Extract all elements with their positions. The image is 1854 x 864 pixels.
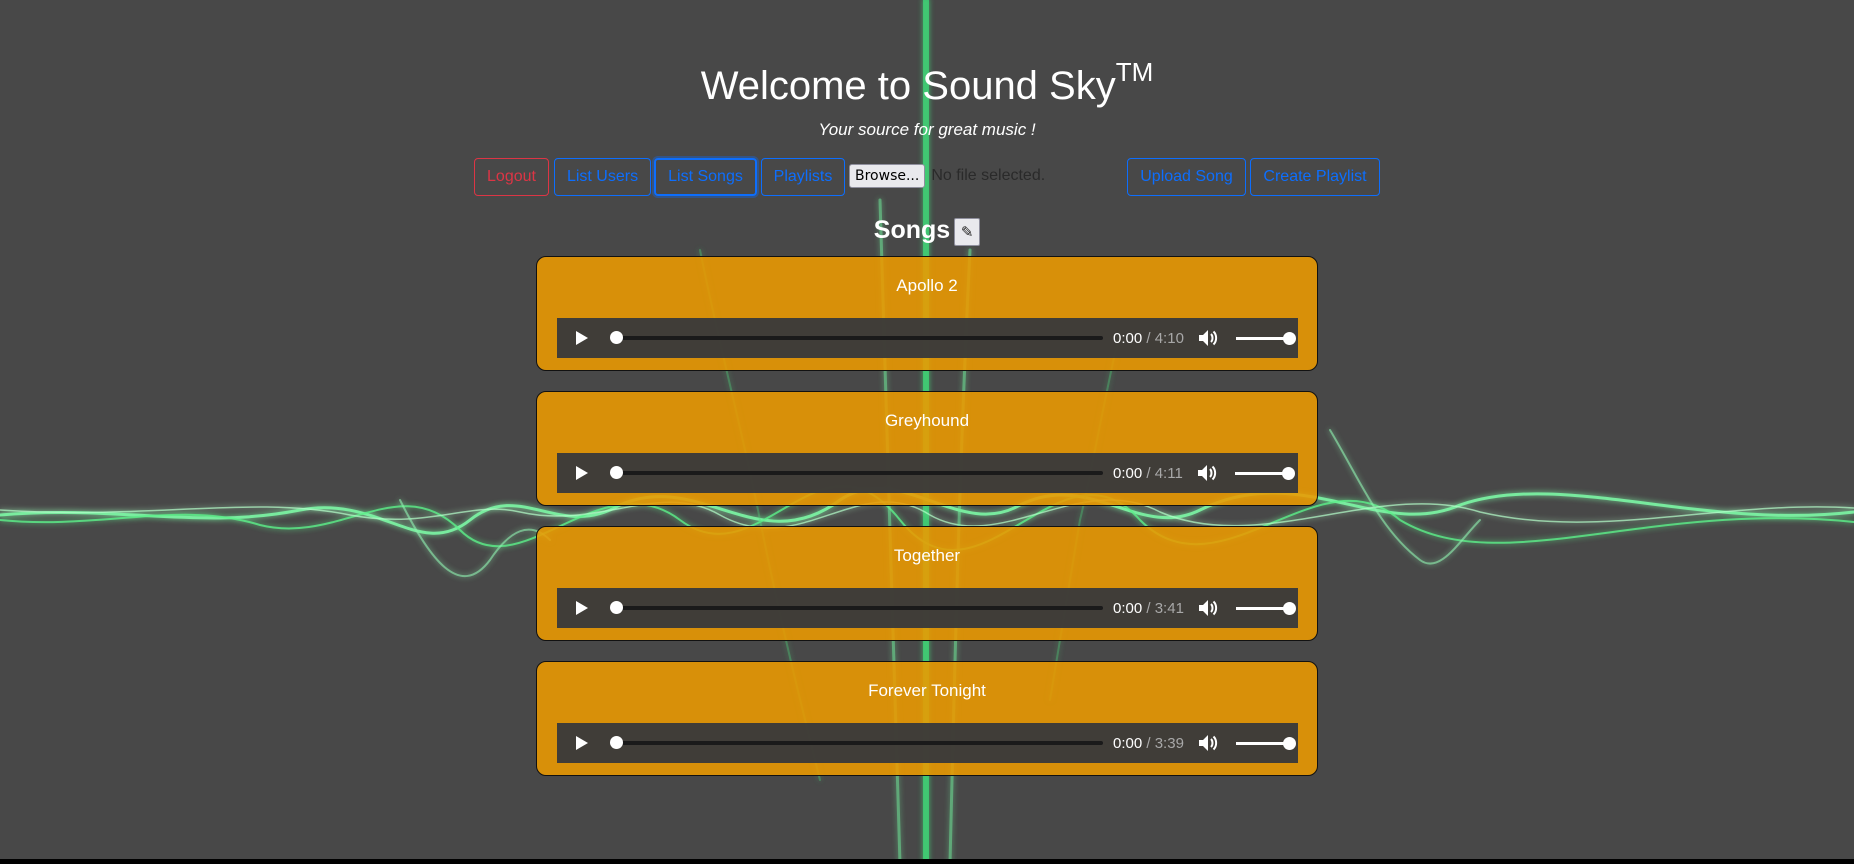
time-separator: /: [1146, 734, 1151, 752]
song-title: Forever Tonight: [868, 681, 986, 700]
volume-knob[interactable]: [1282, 601, 1296, 615]
app-page: Welcome to Sound SkyTM Your source for g…: [0, 0, 1854, 864]
volume-icon[interactable]: [1198, 734, 1218, 752]
current-time: 0:00: [1113, 599, 1143, 617]
page-title: Welcome to Sound SkyTM: [700, 57, 1154, 108]
volume-icon[interactable]: [1198, 329, 1218, 347]
time-display: 0:00 / 4:10: [1113, 330, 1184, 347]
volume-slider[interactable]: [1235, 331, 1296, 345]
volume-knob[interactable]: [1282, 736, 1296, 750]
pencil-icon: ✎: [960, 224, 974, 241]
logout-button[interactable]: Logout: [474, 158, 549, 196]
edit-songs-button[interactable]: ✎: [954, 218, 981, 246]
volume-icon[interactable]: [1197, 464, 1217, 482]
songs-title: Songs: [873, 215, 951, 244]
file-status: No file selected.: [931, 167, 1046, 184]
volume-slider[interactable]: [1235, 601, 1296, 615]
volume-knob[interactable]: [1282, 331, 1296, 345]
seek-knob[interactable]: [610, 736, 623, 749]
time-separator: /: [1146, 464, 1151, 482]
time-display: 0:00 / 3:39: [1113, 735, 1184, 752]
seek-knob[interactable]: [610, 331, 623, 344]
song-title: Apollo 2: [896, 276, 958, 295]
volume-knob[interactable]: [1281, 466, 1295, 480]
song-card: Forever Tonight 0:00 / 3:39: [536, 661, 1318, 776]
duration: 3:39: [1154, 734, 1184, 752]
time-separator: /: [1146, 599, 1151, 617]
play-icon[interactable]: [576, 331, 588, 345]
song-card: Apollo 2 0:00 / 4:10: [536, 256, 1318, 371]
audio-player: 0:00 / 3:41: [557, 588, 1298, 628]
seek-slider[interactable]: [610, 736, 1103, 749]
file-input[interactable]: Browse... No file selected.: [849, 162, 1045, 190]
song-card: Greyhound 0:00 / 4:11: [536, 391, 1318, 506]
list-songs-button[interactable]: List Songs: [654, 158, 757, 196]
seek-slider[interactable]: [610, 601, 1103, 614]
volume-slider[interactable]: [1235, 736, 1296, 750]
playlists-button[interactable]: Playlists: [761, 158, 845, 196]
tagline: Your source for great music !: [818, 120, 1036, 139]
play-icon[interactable]: [576, 736, 588, 750]
create-playlist-button[interactable]: Create Playlist: [1250, 158, 1380, 196]
audio-player: 0:00 / 4:10: [557, 318, 1298, 358]
upload-song-button[interactable]: Upload Song: [1127, 158, 1246, 196]
current-time: 0:00: [1113, 464, 1143, 482]
browse-button[interactable]: Browse...: [849, 164, 926, 188]
seek-knob[interactable]: [610, 466, 623, 479]
volume-icon[interactable]: [1198, 599, 1218, 617]
audio-player: 0:00 / 3:39: [557, 723, 1298, 763]
play-icon[interactable]: [576, 601, 588, 615]
duration: 4:11: [1154, 464, 1183, 482]
duration: 3:41: [1154, 599, 1184, 617]
audio-player: 0:00 / 4:11: [557, 453, 1298, 493]
seek-knob[interactable]: [610, 601, 623, 614]
seek-slider[interactable]: [610, 331, 1103, 344]
list-users-button[interactable]: List Users: [554, 158, 651, 196]
song-title: Greyhound: [884, 411, 970, 430]
time-display: 0:00 / 3:41: [1113, 600, 1184, 617]
song-card: Together 0:00 / 3:41: [536, 526, 1318, 641]
play-icon[interactable]: [576, 466, 588, 480]
footer-bar: [0, 859, 1854, 864]
trademark-symbol: TM: [1115, 57, 1154, 87]
time-display: 0:00 / 4:11: [1113, 465, 1183, 482]
volume-slider[interactable]: [1234, 466, 1295, 480]
duration: 4:10: [1154, 329, 1184, 347]
song-title: Together: [893, 546, 961, 565]
current-time: 0:00: [1113, 329, 1143, 347]
seek-slider[interactable]: [610, 466, 1103, 479]
songs-heading: Songs ✎: [0, 214, 1854, 246]
current-time: 0:00: [1113, 734, 1143, 752]
time-separator: /: [1146, 329, 1151, 347]
